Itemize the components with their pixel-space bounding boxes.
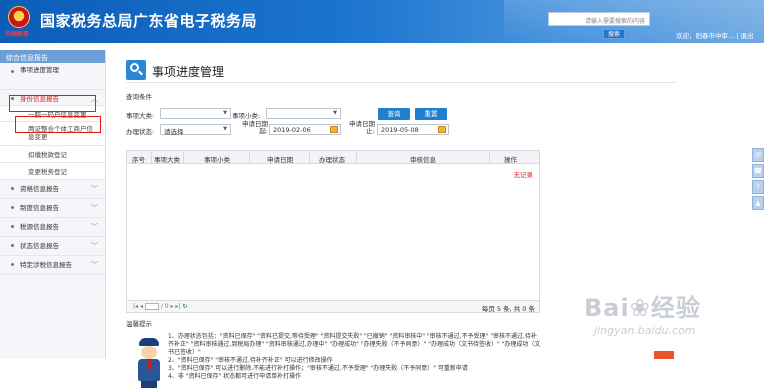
- column-header-major: 事项大类: [154, 156, 180, 164]
- tip-line: 1、办理状态包括："资料已保存" "资料已提交,等待受理" "资料提交失败" "…: [168, 333, 541, 356]
- bullet-icon: [11, 225, 14, 228]
- column-header-action: 操作: [504, 156, 517, 164]
- top-icon[interactable]: ▲: [752, 196, 764, 210]
- start-date-value: 2019-02-06: [273, 126, 311, 134]
- page-total-text: / 0 ▸ ▸|: [160, 303, 181, 310]
- column-header-index: 序号: [132, 156, 145, 164]
- start-date-input[interactable]: 2019-02-06: [269, 124, 341, 135]
- tax-officer-illustration: [135, 338, 163, 388]
- chevron-down-icon: ▼: [333, 110, 337, 116]
- bullet-icon: [11, 70, 14, 73]
- query-section-label: 查询条件: [126, 93, 152, 101]
- column-header-minor: 事项小类: [204, 156, 230, 164]
- sidebar-item-qualification[interactable]: 资格信息报告 ﹀: [0, 180, 105, 199]
- logout-link[interactable]: 退出: [741, 32, 754, 40]
- chevron-down-icon: ﹀: [91, 204, 98, 212]
- site-title: 国家税务总局广东省电子税务局: [40, 12, 258, 30]
- status-select[interactable]: 请选择 ▼: [160, 124, 231, 136]
- sidebar-subitem-withholding-registration[interactable]: 扣缴税款登记: [0, 146, 105, 163]
- user-greeting[interactable]: 欢迎，阳春市中审...: [676, 32, 734, 40]
- page-title: 事项进度管理: [152, 65, 225, 79]
- column-header-status: 办理状态: [319, 156, 345, 164]
- site-header: 中国税务 国家税务总局广东省电子税务局 请输入需要搜索的内容 搜索 欢迎，阳春市…: [0, 0, 764, 43]
- end-date-label: 申请日期止:: [349, 120, 375, 135]
- sidebar-item-label: 扣缴税款登记: [28, 151, 67, 159]
- sidebar-item-status[interactable]: 状态信息报告 ﹀: [0, 237, 105, 256]
- sidebar-item-specific-tax[interactable]: 特定涉税信息报告 ﹀: [0, 256, 105, 275]
- table-header: 序号 事项大类 事项小类 申请日期 办理状态 审核信息 操作: [127, 151, 539, 164]
- minor-category-select[interactable]: ▼: [266, 108, 341, 119]
- highlight-box-one-code-change: [15, 116, 101, 133]
- tax-emblem-icon: [8, 6, 30, 28]
- bullet-icon: [11, 206, 14, 209]
- query-button[interactable]: 查询: [378, 108, 410, 120]
- sidebar-item-label: 变更税务登记: [28, 168, 67, 176]
- chevron-down-icon: ﹀: [91, 223, 98, 231]
- search-button[interactable]: 搜索: [603, 29, 625, 39]
- end-date-input[interactable]: 2019-05-08: [377, 124, 449, 135]
- calendar-icon[interactable]: [330, 126, 338, 133]
- results-table: 序号 事项大类 事项小类 申请日期 办理状态 审核信息 操作 无记录 |◂ ◂ …: [126, 150, 540, 313]
- start-date-label: 申请日期起:: [242, 120, 268, 135]
- status-label: 办理状态:: [126, 128, 155, 136]
- calendar-icon[interactable]: [438, 126, 446, 133]
- bullet-icon: [11, 187, 14, 190]
- watermark-logo: Bai❀经验: [584, 294, 701, 322]
- emblem-caption: 中国税务: [5, 31, 30, 38]
- tip-line: 4、非 "资料已保存" 状态都可进行申请单补打操作: [168, 373, 302, 380]
- minor-category-label: 事项小类:: [232, 112, 261, 120]
- tips-title: 温馨提示: [126, 320, 152, 328]
- sidebar-item-label: 税源信息报告: [20, 223, 59, 231]
- chevron-down-icon: ﹀: [91, 242, 98, 250]
- sidebar-item-label: 事项进度管理: [20, 66, 59, 74]
- chat-icon[interactable]: ✉: [752, 148, 764, 162]
- phone-icon[interactable]: ☎: [752, 164, 764, 178]
- page-summary: 每页 5 条, 共 0 条: [481, 305, 535, 313]
- sidebar-heading: 综合信息报告: [0, 50, 105, 63]
- search-input[interactable]: 请输入需要搜索的内容: [548, 12, 650, 26]
- sidebar-item-system[interactable]: 制度信息报告 ﹀: [0, 199, 105, 218]
- chevron-down-icon: ﹀: [91, 261, 98, 269]
- column-header-date: 申请日期: [267, 156, 293, 164]
- page-number-input[interactable]: [144, 303, 159, 310]
- major-category-select[interactable]: ▼: [160, 108, 231, 119]
- chevron-down-icon: ▼: [223, 110, 227, 116]
- sidebar-item-label: 特定涉税信息报告: [20, 261, 72, 269]
- table-pager: |◂ ◂ / 0 ▸ ▸| ↻ 每页 5 条, 共 0 条: [127, 300, 539, 313]
- first-page-icon[interactable]: |◂: [133, 303, 138, 310]
- sidebar-subitem-registration-change[interactable]: 变更税务登记: [0, 163, 105, 180]
- tip-line: 2、"资料已保存" "审核不通过,待补齐补正" 可以进行修改操作: [168, 357, 333, 364]
- tips-list: 1、办理状态包括："资料已保存" "资料已提交,等待受理" "资料提交失败" "…: [168, 333, 542, 381]
- tip-line: 3、"资料已保存" 可以进行删除,不能进行补打操作；"审核不通过,不予受理" "…: [168, 365, 468, 372]
- refresh-icon[interactable]: ↻: [182, 303, 187, 310]
- bullet-icon: [11, 263, 14, 266]
- reset-button[interactable]: 重置: [415, 108, 447, 120]
- bullet-icon: [11, 244, 14, 247]
- sidebar-item-label: 资格信息报告: [20, 185, 59, 193]
- user-info: 欢迎，阳春市中审... | 退出: [676, 30, 754, 40]
- sidebar-item-label: 制度信息报告: [20, 204, 59, 212]
- highlight-box-identity: [9, 95, 96, 112]
- sidebar-item-progress[interactable]: 事项进度管理: [0, 63, 105, 90]
- empty-records-text: 无记录: [513, 171, 534, 179]
- help-icon[interactable]: ?: [752, 180, 764, 194]
- chevron-down-icon: ▼: [223, 126, 227, 132]
- chevron-down-icon: ﹀: [91, 185, 98, 193]
- corner-badge: [654, 351, 674, 359]
- sidebar-item-tax-source[interactable]: 税源信息报告 ﹀: [0, 218, 105, 237]
- sidebar-item-label: 状态信息报告: [20, 242, 59, 250]
- title-divider: [126, 82, 676, 83]
- right-toolbar: ✉ ☎ ? ▲: [752, 148, 764, 212]
- major-category-label: 事项大类:: [126, 112, 155, 120]
- search-icon: [126, 60, 146, 80]
- end-date-value: 2019-05-08: [381, 126, 419, 134]
- watermark-url: jingyan.baidu.com: [594, 324, 696, 337]
- baidu-jingyan-watermark: Bai❀经验 jingyan.baidu.com: [584, 288, 758, 348]
- column-header-audit: 审核信息: [410, 156, 436, 164]
- prev-page-icon[interactable]: ◂: [140, 303, 143, 310]
- status-select-value: 请选择: [164, 128, 184, 136]
- pager-controls: |◂ ◂ / 0 ▸ ▸| ↻: [133, 303, 187, 310]
